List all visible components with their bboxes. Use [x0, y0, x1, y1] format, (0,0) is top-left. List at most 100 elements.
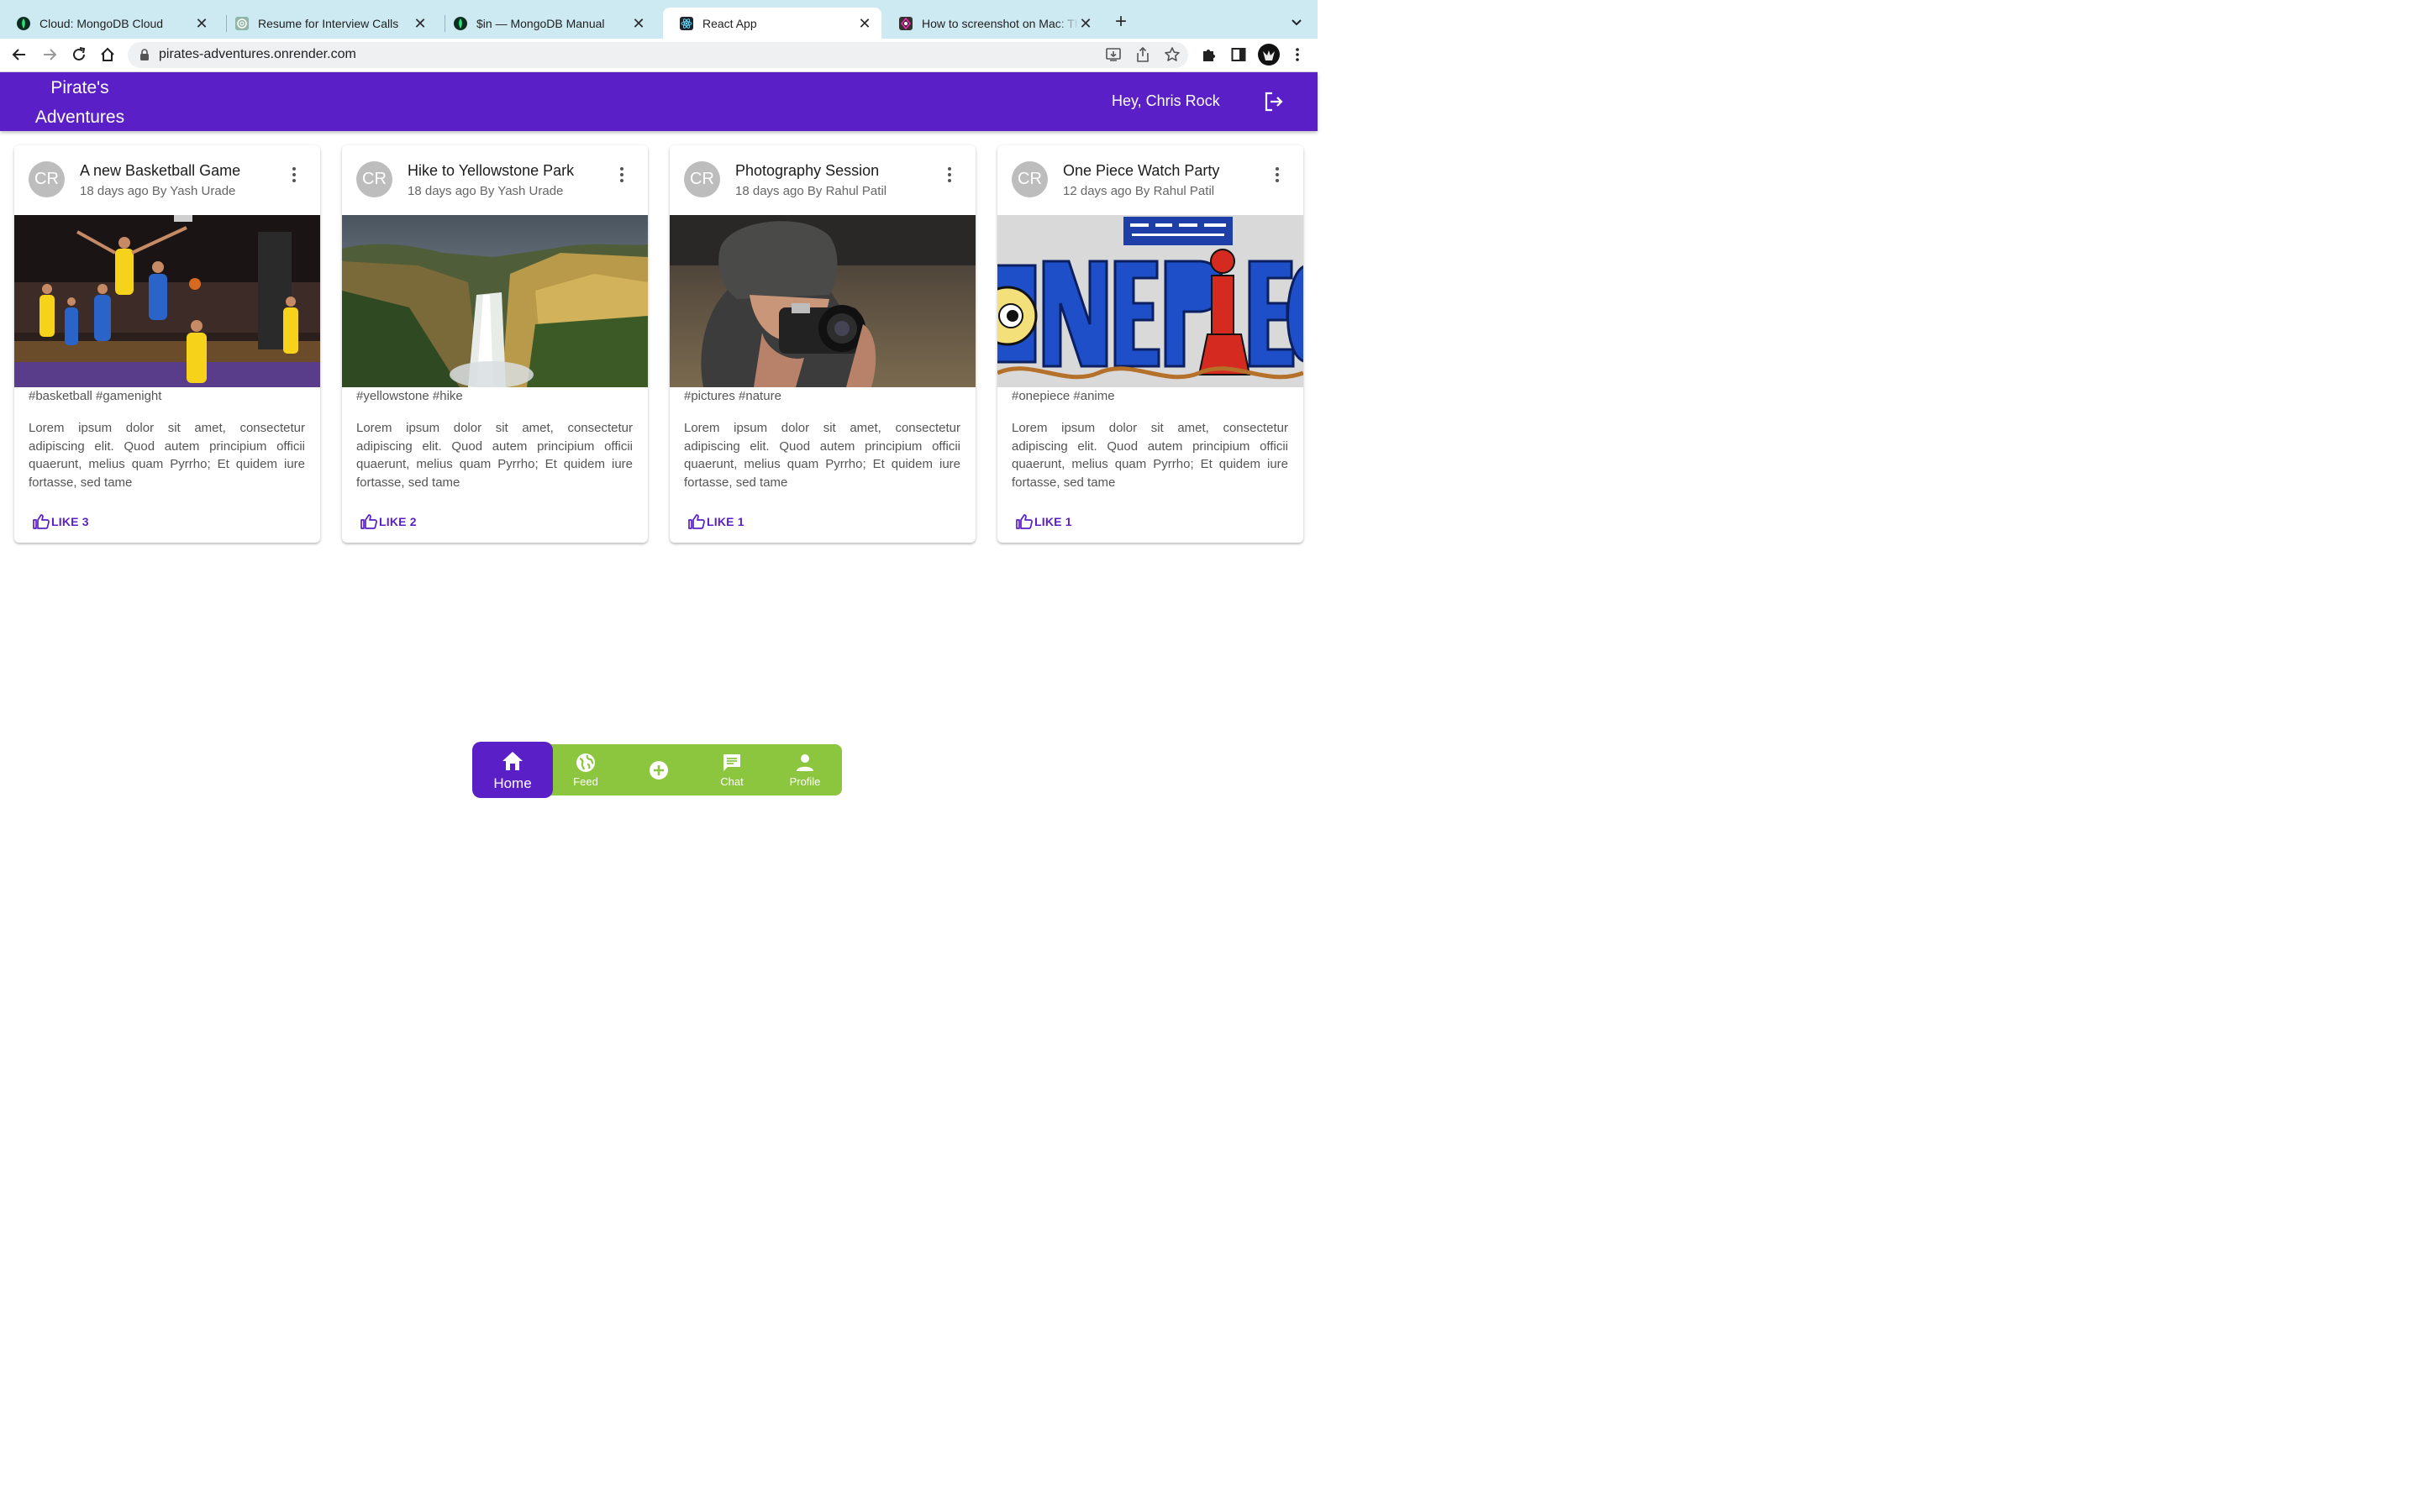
- yellowstone-waterfall-photo: [342, 215, 648, 387]
- browser-tab[interactable]: $in — MongoDB Manual ✕: [437, 8, 655, 39]
- post-meta: 18 days ago By Rahul Patil: [735, 184, 887, 198]
- close-icon[interactable]: ✕: [413, 16, 427, 31]
- brand-line: Adventures: [34, 108, 125, 127]
- thumbs-up-icon: [360, 514, 377, 529]
- chat-icon: [722, 753, 742, 773]
- browser-tab-active[interactable]: React App ✕: [663, 8, 881, 39]
- post-tags[interactable]: #onepiece #anime: [1012, 389, 1115, 403]
- post-tags[interactable]: #pictures #nature: [684, 389, 781, 403]
- like-button[interactable]: LIKE 3: [33, 513, 89, 530]
- avatar: CR: [1012, 161, 1048, 197]
- browser-tab[interactable]: Cloud: MongoDB Cloud ✕: [0, 8, 218, 39]
- close-icon[interactable]: ✕: [632, 16, 645, 31]
- like-count: LIKE 2: [379, 515, 417, 528]
- nav-item-profile[interactable]: Profile: [776, 744, 834, 795]
- nav-label: Home: [493, 775, 532, 791]
- nav-label: Chat: [720, 775, 744, 788]
- nav-item-add[interactable]: [639, 744, 679, 795]
- more-options-icon[interactable]: [614, 165, 629, 184]
- profile-avatar[interactable]: [1258, 44, 1280, 66]
- extensions-puzzle-icon[interactable]: [1200, 45, 1218, 64]
- thumbs-up-icon: [688, 514, 705, 529]
- lock-icon: [139, 49, 151, 62]
- post-description: Lorem ipsum dolor sit amet, consectetur …: [1012, 421, 1288, 491]
- browser-tab-strip: Cloud: MongoDB Cloud ✕ Resume for Interv…: [0, 0, 1318, 39]
- brand-title[interactable]: Pirate's Adventures: [29, 73, 130, 132]
- post-meta: 18 days ago By Yash Urade: [408, 184, 564, 198]
- add-circle-icon: [649, 760, 669, 780]
- post-description: Lorem ipsum dolor sit amet, consectetur …: [684, 421, 960, 491]
- chevron-down-icon[interactable]: [1287, 13, 1306, 32]
- close-icon[interactable]: ✕: [858, 16, 871, 31]
- browser-tab[interactable]: Resume for Interview Calls ✕: [218, 8, 437, 39]
- basketball-game-photo: [14, 215, 320, 387]
- browser-tab[interactable]: How to screenshot on Mac: The ✕: [882, 8, 1102, 39]
- browser-toolbar: pirates-adventures.onrender.com: [0, 39, 1318, 72]
- tab-title: Resume for Interview Calls: [258, 16, 399, 30]
- nav-item-home[interactable]: Home: [472, 742, 553, 798]
- close-icon[interactable]: ✕: [195, 16, 208, 31]
- new-tab-button[interactable]: +: [1111, 12, 1131, 32]
- post-title: Photography Session: [735, 162, 880, 179]
- back-arrow-icon[interactable]: [10, 45, 29, 64]
- more-options-icon[interactable]: [287, 165, 302, 184]
- avatar: CR: [684, 161, 720, 197]
- like-count: LIKE 1: [1034, 515, 1072, 528]
- mongodb-leaf-icon: [17, 16, 30, 30]
- tab-title: How to screenshot on Mac: The: [922, 16, 1079, 30]
- tab-title: $in — MongoDB Manual: [476, 16, 605, 30]
- more-options-icon[interactable]: [942, 165, 957, 184]
- forward-arrow-icon[interactable]: [40, 45, 59, 64]
- bookmark-star-icon[interactable]: [1164, 46, 1181, 63]
- post-description: Lorem ipsum dolor sit amet, consectetur …: [29, 421, 305, 491]
- tab-title: React App: [702, 16, 757, 30]
- one-piece-logo-image: [997, 215, 1303, 387]
- nav-item-feed[interactable]: Feed: [557, 744, 614, 795]
- globe-icon: [576, 753, 596, 773]
- browser-menu-icon[interactable]: [1288, 45, 1307, 64]
- like-button[interactable]: LIKE 2: [360, 513, 417, 530]
- post-title: One Piece Watch Party: [1063, 162, 1220, 179]
- share-icon[interactable]: [1134, 46, 1151, 63]
- post-tags[interactable]: #yellowstone #hike: [356, 389, 463, 403]
- post-meta: 18 days ago By Yash Urade: [80, 184, 236, 198]
- person-icon: [795, 753, 815, 773]
- url-text[interactable]: pirates-adventures.onrender.com: [159, 47, 356, 62]
- nav-label: Profile: [789, 775, 821, 788]
- like-button[interactable]: LIKE 1: [688, 513, 744, 530]
- side-panel-icon[interactable]: [1229, 45, 1248, 64]
- react-icon: [680, 16, 693, 30]
- post-meta: 12 days ago By Rahul Patil: [1063, 184, 1215, 198]
- install-app-icon[interactable]: [1105, 46, 1122, 63]
- more-options-icon[interactable]: [1270, 165, 1285, 184]
- post-title: A new Basketball Game: [80, 162, 241, 179]
- home-icon: [502, 750, 523, 772]
- logout-icon[interactable]: [1263, 91, 1285, 113]
- avatar: CR: [356, 161, 392, 197]
- post-description: Lorem ipsum dolor sit amet, consectetur …: [356, 421, 633, 491]
- nav-item-chat[interactable]: Chat: [703, 744, 760, 795]
- chatgpt-icon: [235, 16, 249, 30]
- like-button[interactable]: LIKE 1: [1016, 513, 1072, 530]
- brand-line: Pirate's: [50, 78, 109, 97]
- post-card: CR A new Basketball Game 18 days ago By …: [14, 145, 320, 543]
- site-icon: [899, 16, 913, 30]
- app-header: Pirate's Adventures Hey, Chris Rock: [0, 72, 1318, 131]
- post-title: Hike to Yellowstone Park: [408, 162, 575, 179]
- user-greeting: Hey, Chris Rock: [1112, 92, 1220, 109]
- close-icon[interactable]: ✕: [1079, 16, 1092, 31]
- address-bar[interactable]: pirates-adventures.onrender.com: [128, 42, 1188, 68]
- home-icon[interactable]: [98, 45, 117, 64]
- photographer-photo: [670, 215, 976, 387]
- avatar: CR: [29, 161, 65, 197]
- post-card: CR One Piece Watch Party 12 days ago By …: [997, 145, 1303, 543]
- post-card: CR Hike to Yellowstone Park 18 days ago …: [342, 145, 648, 543]
- tab-title: Cloud: MongoDB Cloud: [39, 16, 164, 30]
- thumbs-up-icon: [33, 514, 50, 529]
- mongodb-leaf-icon: [454, 16, 467, 30]
- nav-label: Feed: [573, 775, 598, 788]
- reload-icon[interactable]: [70, 45, 88, 64]
- post-card: CR Photography Session 18 days ago By Ra…: [670, 145, 976, 543]
- like-count: LIKE 3: [51, 515, 89, 528]
- post-tags[interactable]: #basketball #gamenight: [29, 389, 161, 403]
